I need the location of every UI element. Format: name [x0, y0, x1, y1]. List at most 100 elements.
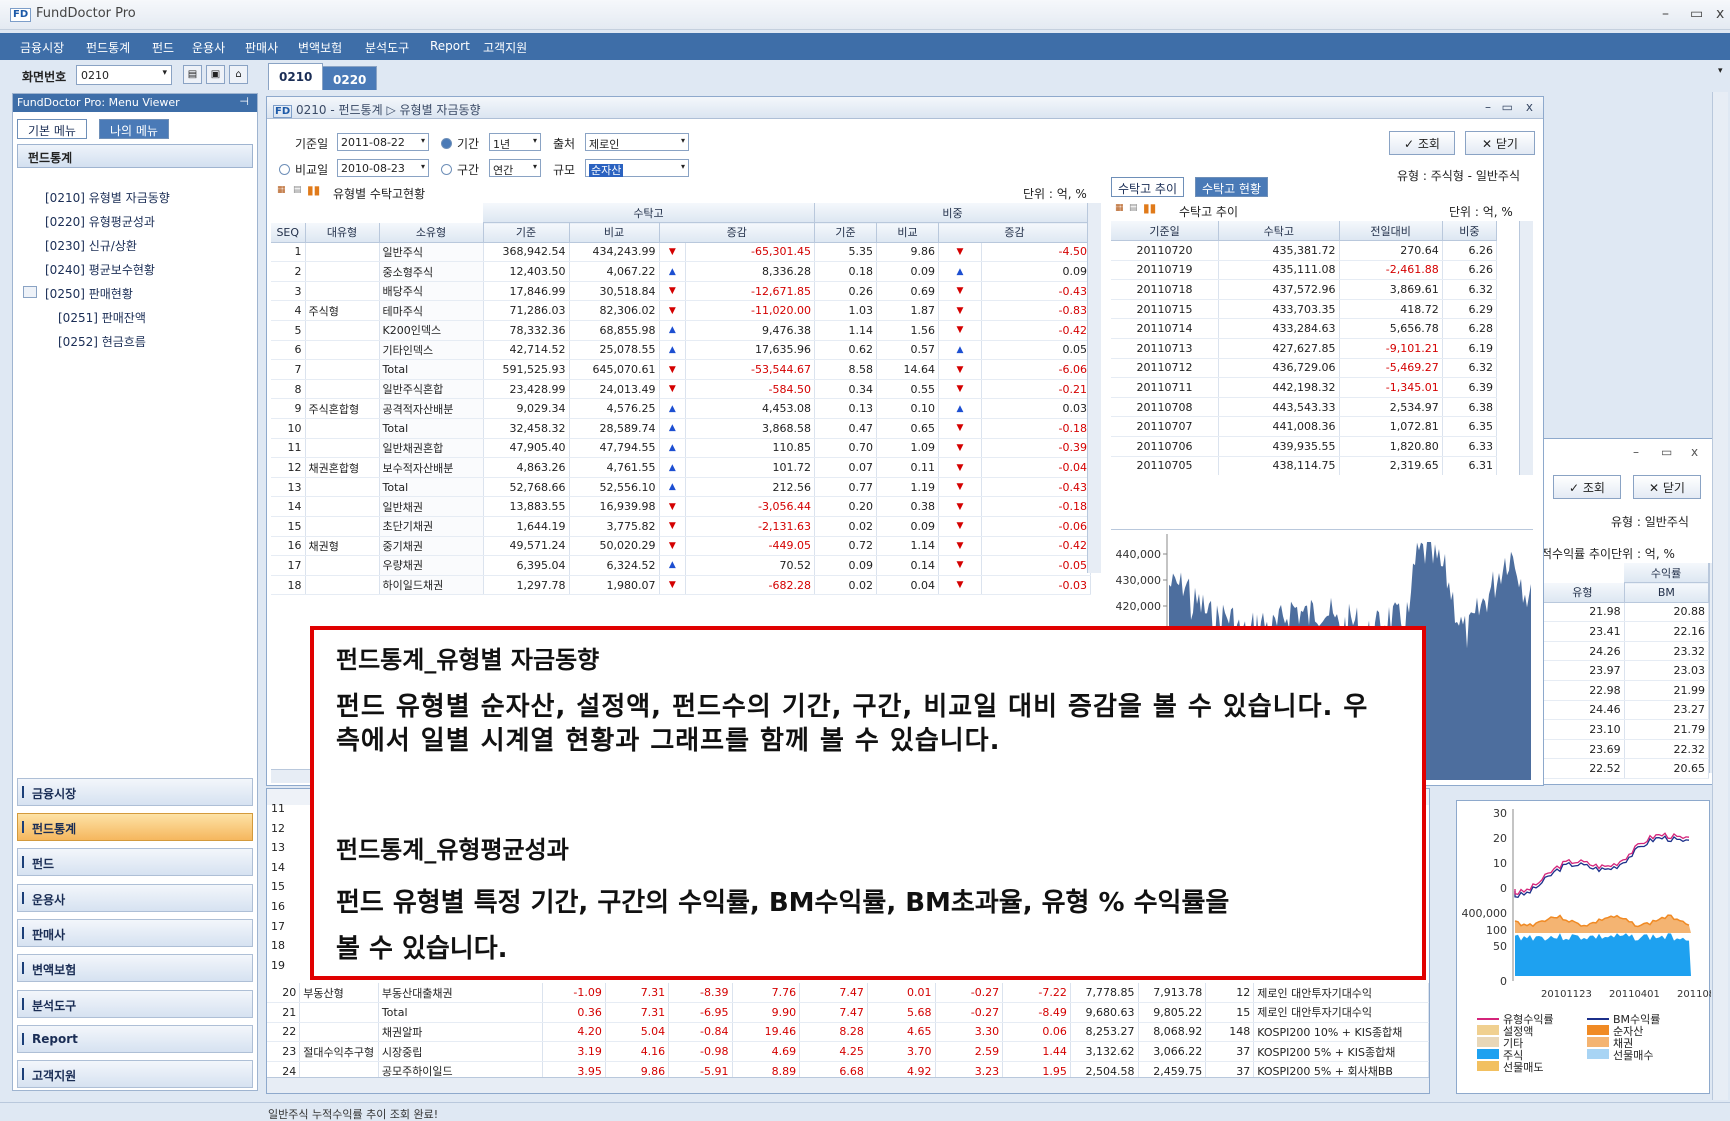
table-row[interactable]: 1 일반주식 368,942.54 434,243.99 ▼ -65,301.45 5.35… [271, 242, 1092, 263]
table-row[interactable]: 23.10 21.79 [1541, 719, 1710, 740]
table-row[interactable]: 3 배당주식 17,846.99 30,518.84 ▼ -12,671.85 0.26 0.… [271, 281, 1092, 302]
menu-manager[interactable]: 운용사 [192, 39, 225, 56]
menu-analysis[interactable]: 분석도구 [365, 39, 409, 56]
table-row[interactable]: 22.52 20.65 [1541, 758, 1710, 780]
excel-icon[interactable]: ▦ [277, 185, 286, 195]
tab-0210[interactable]: 0210 [268, 63, 324, 90]
menu-item-0251[interactable]: [0251] 판매잔액 [58, 309, 146, 326]
category-analysis[interactable]: 분석도구 [17, 990, 253, 1018]
horizontal-scrollbar[interactable] [267, 1077, 1429, 1093]
table-row[interactable]: 20110714 433,284.63 5,656.78 6.28 [1111, 318, 1498, 340]
category-variable-insurance[interactable]: 변액보험 [17, 954, 253, 982]
period-select[interactable]: 1년 ▾ [489, 133, 541, 151]
table-row[interactable]: 5 K200인덱스 78,332.36 68,855.98 ▲ 9,476.38 1.14 1… [271, 320, 1092, 341]
tab-balance-status[interactable]: 수탁고 현황 [1195, 177, 1269, 197]
table-row[interactable]: 20110718 437,572.96 3,869.61 6.32 [1111, 279, 1498, 300]
bar-chart-icon[interactable]: ▮▮ [1143, 201, 1156, 215]
side-search-button[interactable]: ✓ 조회 [1553, 475, 1621, 499]
tab-0220[interactable]: 0220 [322, 66, 378, 90]
table-row[interactable]: 14 일반채권 13,883.55 16,939.98 ▼ -3,056.44 0.20 0.… [271, 496, 1092, 517]
home-icon[interactable]: ⌂ [229, 65, 248, 84]
menu-item-0210[interactable]: [0210] 유형별 자금동향 [45, 189, 170, 206]
menu-item-0250[interactable]: [0250] 판매현황 [45, 285, 133, 302]
menu-item-0252[interactable]: [0252] 현금흐름 [58, 333, 146, 350]
table-row[interactable]: 21.98 20.88 [1541, 602, 1710, 623]
menu-item-0230[interactable]: [0230] 신규/상환 [45, 237, 137, 254]
category-manager[interactable]: 운용사 [17, 884, 253, 912]
right-grid-vscroll[interactable] [1519, 221, 1533, 475]
table-row[interactable]: 21 Total 0.36 7.31 -6.95 9.90 7.47 5.68 -0.27 -8.… [267, 1002, 1429, 1023]
scale-select[interactable]: 순자산 ▾ [585, 159, 689, 177]
category-support[interactable]: 고객지원 [17, 1060, 253, 1088]
table-row[interactable]: 20110711 442,198.32 -1,345.01 6.39 [1111, 377, 1498, 398]
excel-icon[interactable]: ▦ [1115, 203, 1124, 213]
column-header[interactable]: 대유형 [305, 222, 380, 243]
menu-item-0220[interactable]: [0220] 유형평균성과 [45, 213, 155, 230]
table-row[interactable]: 20110719 435,111.08 -2,461.88 6.26 [1111, 260, 1498, 281]
left-grid-vscroll[interactable] [1087, 203, 1101, 573]
table-row[interactable]: 20110720 435,381.72 270.64 6.26 [1111, 240, 1498, 261]
table-row[interactable]: 24.26 23.32 [1541, 641, 1710, 662]
table-row[interactable]: 16 채권형 중기채권 49,571.24 50,020.29 ▼ -449.05 0.72 1… [271, 536, 1092, 557]
maximize-button[interactable]: ▭ [1690, 6, 1703, 22]
menu-item-0240[interactable]: [0240] 평균보수현황 [45, 261, 155, 278]
compare-date-input[interactable]: 2010-08-23 ▾ [337, 159, 429, 177]
table-row[interactable]: 13 Total 52,768.66 52,556.10 ▲ 212.56 0.77 1.19… [271, 477, 1092, 498]
column-header[interactable]: 증감 [938, 222, 1091, 243]
table-row[interactable]: 2 중소형주식 12,403.50 4,067.22 ▲ 8,336.28 0.18 0.09… [271, 261, 1092, 282]
table-row[interactable]: 18 하이일드채권 1,297.78 1,980.07 ▼ -682.28 0.02 0.04… [271, 575, 1092, 596]
close-button[interactable]: x [1716, 6, 1724, 22]
source-select[interactable]: 제로인 ▾ [585, 133, 689, 151]
table-row[interactable]: 7 Total 591,525.93 645,070.61 ▼ -53,544.67 8.5… [271, 359, 1092, 380]
table-row[interactable]: 24.46 23.27 [1541, 700, 1710, 721]
screen-number-combo[interactable]: 0210 ▾ [76, 65, 172, 85]
column-header[interactable]: 비중 [1442, 221, 1498, 242]
table-row[interactable]: 4 주식형 테마주식 71,286.03 82,306.02 ▼ -11,020.00 1.0… [271, 300, 1092, 322]
table-row[interactable]: 20110712 436,729.06 -5,469.27 6.32 [1111, 358, 1498, 379]
section-fund-stats[interactable]: 펀드통계 [17, 144, 253, 168]
page-vertical-scrollbar[interactable] [1712, 92, 1728, 1100]
menu-support[interactable]: 고객지원 [483, 39, 527, 56]
bar-chart-icon[interactable]: ▮▮ [307, 183, 320, 197]
monitor-icon[interactable]: ▣ [206, 65, 225, 84]
category-report[interactable]: Report [17, 1025, 253, 1053]
column-header[interactable]: 기준 [814, 222, 877, 243]
doc-icon[interactable]: ▤ [293, 185, 302, 195]
side-close-window-button[interactable]: ✕ 닫기 [1633, 475, 1701, 499]
table-row[interactable]: 23 절대수익추구형 시장중립 3.19 4.16 -0.98 4.69 4.25 3.70 2.… [267, 1041, 1429, 1062]
table-row[interactable]: 8 일반주식혼합 23,428.99 24,013.49 ▼ -584.50 0.34 0.5… [271, 379, 1092, 400]
table-row[interactable]: 23.69 22.32 [1541, 739, 1710, 760]
table-row[interactable]: 11 일반채권혼합 47,905.40 47,794.55 ▲ 110.85 0.70 1.0… [271, 438, 1092, 459]
column-header[interactable]: 비교 [569, 222, 660, 243]
table-row[interactable]: 12 채권혼합형 보수적자산배분 4,863.26 4,761.55 ▲ 101.72 0.0… [271, 457, 1092, 478]
table-row[interactable]: 20110713 427,627.85 -9,101.21 6.19 [1111, 338, 1498, 359]
column-header[interactable]: 기준 [483, 222, 570, 243]
table-row[interactable]: 9 주식혼합형 공격적자산배분 9,029.34 4,576.25 ▲ 4,453.08 0.… [271, 398, 1092, 420]
table-row[interactable]: 6 기타인덱스 42,714.52 25,078.55 ▲ 17,635.96 0.62 0.… [271, 340, 1092, 361]
category-fund-stats[interactable]: 펀드통계 [17, 813, 253, 841]
menu-variable-insurance[interactable]: 변액보험 [298, 39, 342, 56]
pin-icon[interactable]: ⊣ [239, 95, 249, 108]
menu-fund-stats[interactable]: 펀드통계 [86, 39, 130, 56]
menu-seller[interactable]: 판매사 [245, 39, 278, 56]
side-minimize-button[interactable]: – [1633, 445, 1639, 459]
table-row[interactable]: 15 초단기채권 1,644.19 3,775.82 ▼ -2,131.63 0.02 0.0… [271, 516, 1092, 537]
column-header[interactable]: 전일대비 [1339, 221, 1443, 242]
close-window-button[interactable]: ✕ 닫기 [1465, 131, 1535, 155]
compare-date-radio[interactable] [279, 164, 290, 175]
search-button[interactable]: ✓ 조회 [1389, 131, 1455, 155]
table-row[interactable]: 20110715 433,703.35 418.72 6.29 [1111, 299, 1498, 320]
side-close-button[interactable]: x [1691, 445, 1698, 459]
chevron-down-icon[interactable]: ▾ [1718, 66, 1723, 76]
column-header[interactable]: SEQ [271, 222, 306, 243]
table-row[interactable]: 22 채권알파 4.20 5.04 -0.84 19.46 8.28 4.65 3.30 0.06… [267, 1022, 1429, 1043]
column-header[interactable]: 수탁고 [1218, 221, 1340, 242]
column-header[interactable]: 기준일 [1111, 221, 1220, 242]
period-radio[interactable] [441, 138, 452, 149]
table-row[interactable]: 20110707 441,008.36 1,072.81 6.35 [1111, 416, 1498, 438]
doc-icon[interactable]: ▤ [1129, 203, 1138, 213]
window-minimize-button[interactable]: – [1485, 100, 1491, 114]
table-row[interactable]: 20110708 443,543.33 2,534.97 6.38 [1111, 397, 1498, 418]
menu-market[interactable]: 금융시장 [20, 39, 64, 56]
table-row[interactable]: 20 부동산형 부동산대출채권 -1.09 7.31 -8.39 7.76 7.47 0.01-… [267, 983, 1429, 1004]
